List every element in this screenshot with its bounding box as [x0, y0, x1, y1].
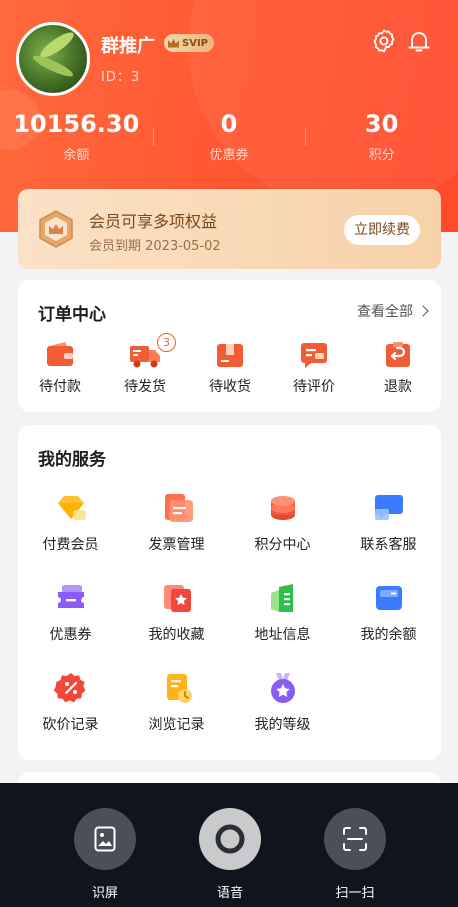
order-item-label: 退款: [384, 379, 412, 395]
stat-value: 10156.30: [13, 110, 140, 138]
service-label: 积分中心: [254, 537, 311, 553]
balance-icon: [375, 586, 402, 610]
invoice-icon: [164, 494, 193, 522]
bottom-bar-label: 扫一扫: [335, 886, 375, 901]
refund-icon: [386, 342, 410, 367]
username: 群推广: [101, 36, 155, 57]
order-item-pending-review[interactable]: 待评价: [274, 340, 354, 396]
service-bargain-records[interactable]: 砍价记录: [18, 671, 123, 734]
screen-recognize-icon: [94, 826, 116, 852]
stat-label: 优惠券: [209, 148, 249, 163]
membership-card[interactable]: 会员可享多项权益 会员到期 2023-05-02 立即续费: [18, 189, 441, 269]
order-item-label: 待收货: [209, 379, 251, 395]
service-label: 付费会员: [42, 537, 99, 553]
bargain-icon: [53, 673, 85, 703]
truck-icon: [130, 346, 160, 368]
membership-expiry: 会员到期 2023-05-02: [89, 239, 221, 254]
order-item-pending-shipment[interactable]: 3 待发货: [105, 333, 185, 396]
service-address[interactable]: 地址信息: [230, 581, 335, 644]
service-favorites[interactable]: 我的收藏: [124, 581, 229, 644]
view-all-label: 查看全部: [357, 304, 413, 320]
chat-icon: [374, 495, 403, 520]
level-icon: [270, 673, 295, 703]
address-icon: [270, 584, 293, 612]
order-item-label: 待评价: [293, 379, 335, 395]
svip-badge: SVIP: [164, 34, 214, 52]
stat-coupons[interactable]: 0 优惠券: [152, 110, 306, 163]
renew-button[interactable]: 立即续费: [344, 215, 420, 245]
member-crown-icon: [39, 210, 73, 248]
order-item-label: 待付款: [39, 379, 81, 395]
order-center-title: 订单中心: [38, 305, 106, 325]
service-my-balance[interactable]: 我的余额: [336, 581, 441, 644]
scan-icon: [343, 827, 367, 851]
stats-row: 10156.30 余额 0 优惠券 30 积分: [0, 110, 458, 163]
stat-value: 0: [220, 110, 238, 138]
scan-button[interactable]: 扫一扫: [324, 808, 386, 901]
bottom-bar-label: 语音: [216, 886, 243, 901]
service-customer-support[interactable]: 联系客服: [336, 491, 441, 554]
voice-button[interactable]: 语音: [199, 808, 261, 901]
service-label: 联系客服: [360, 537, 417, 553]
view-all-orders-link[interactable]: 查看全部: [357, 301, 429, 321]
coupon-icon: [57, 585, 84, 608]
my-services-card: 我的服务 付费会员 发票管理 积分中心 联系客服 优惠券 我的收藏 地址信息 我…: [18, 425, 441, 760]
service-paid-membership[interactable]: 付费会员: [18, 491, 123, 554]
stat-balance[interactable]: 10156.30 余额: [0, 110, 153, 163]
screen-recognize-button[interactable]: 识屏: [74, 808, 136, 901]
service-label: 发票管理: [148, 537, 205, 553]
assistant-bottom-bar: 识屏 语音 扫一扫: [0, 783, 458, 907]
svip-label: SVIP: [182, 37, 208, 49]
service-label: 我的等级: [254, 717, 311, 733]
service-label: 我的收藏: [148, 627, 205, 643]
coins-icon: [270, 496, 295, 520]
user-id: ID：3: [101, 70, 141, 85]
chevron-right-icon: [417, 305, 429, 317]
service-label: 地址信息: [254, 627, 311, 643]
crown-icon: [168, 38, 179, 48]
service-label: 浏览记录: [148, 717, 205, 733]
service-label: 砍价记录: [42, 717, 99, 733]
membership-title: 会员可享多项权益: [89, 212, 218, 231]
stat-label: 积分: [368, 148, 395, 163]
service-points-center[interactable]: 积分中心: [230, 491, 335, 554]
service-coupons[interactable]: 优惠券: [18, 581, 123, 644]
bottom-bar-label: 识屏: [91, 886, 118, 901]
wallet-icon: [47, 342, 73, 366]
order-item-pending-receipt[interactable]: 待收货: [190, 340, 270, 396]
service-label: 优惠券: [49, 627, 92, 643]
service-invoice[interactable]: 发票管理: [124, 491, 229, 554]
services-title: 我的服务: [38, 450, 106, 470]
service-my-level[interactable]: 我的等级: [230, 671, 335, 734]
shipment-count-badge: 3: [157, 333, 176, 352]
order-item-pending-payment[interactable]: 待付款: [20, 340, 100, 396]
favorite-icon: [163, 585, 191, 612]
order-center-card: 订单中心 查看全部 待付款 3 待发货 待收货 待评价 退款: [18, 280, 441, 412]
service-browse-history[interactable]: 浏览记录: [124, 671, 229, 734]
box-icon: [217, 344, 243, 367]
bell-icon[interactable]: [406, 28, 432, 54]
service-label: 我的余额: [360, 627, 417, 643]
avatar[interactable]: [16, 22, 90, 96]
order-item-refund[interactable]: 退款: [358, 340, 438, 396]
settings-icon[interactable]: [371, 28, 397, 54]
history-icon: [166, 674, 192, 703]
voice-icon: [215, 824, 245, 854]
stat-points[interactable]: 30 积分: [305, 110, 458, 163]
stat-value: 30: [364, 110, 399, 138]
stat-label: 余额: [63, 148, 90, 163]
order-item-label: 待发货: [124, 379, 166, 395]
comment-icon: [301, 343, 327, 368]
diamond-icon: [57, 496, 86, 520]
